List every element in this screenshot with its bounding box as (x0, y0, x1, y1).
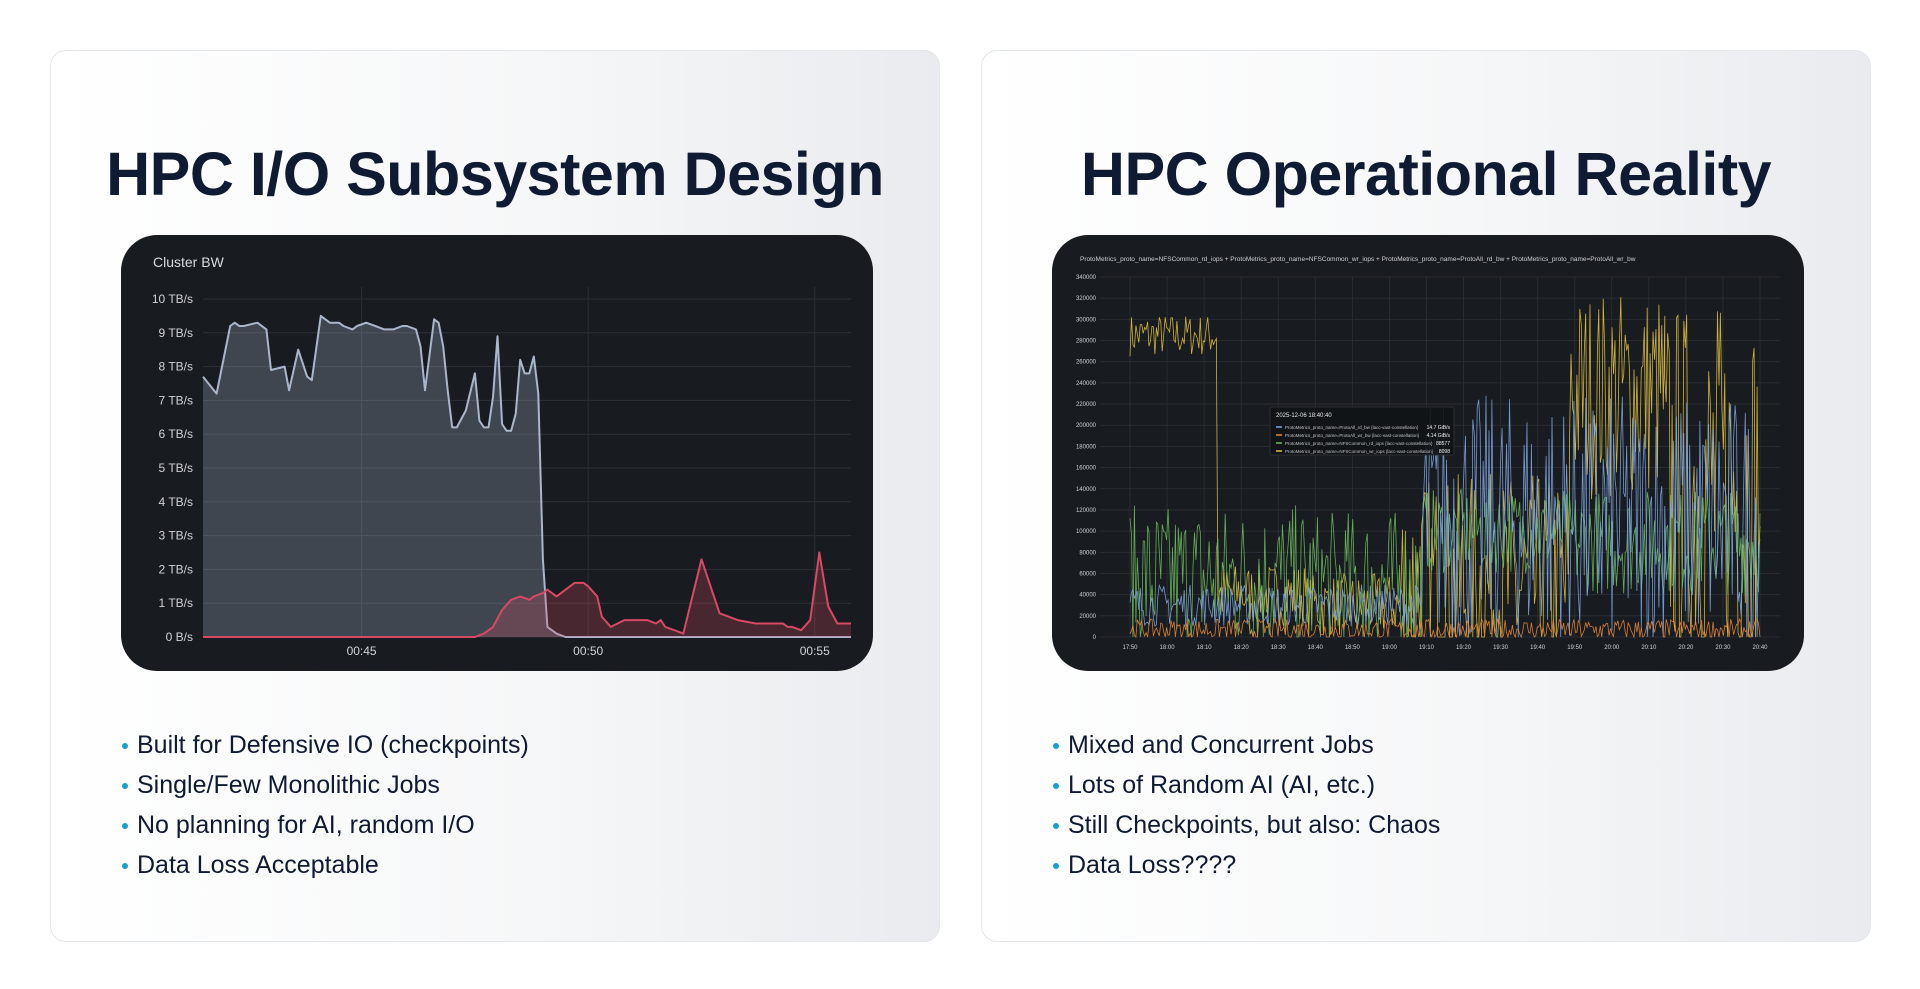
y-tick-label: 9 TB/s (159, 326, 193, 340)
x-tick-label: 20:40 (1752, 645, 1768, 651)
x-tick-label: 19:00 (1382, 645, 1398, 651)
design-card: HPC I/O Subsystem Design Cluster BW 0 B/s… (50, 50, 940, 942)
x-tick-label: 19:30 (1493, 645, 1509, 651)
y-tick-label: 10 TB/s (152, 292, 193, 306)
y-tick-label: 200000 (1076, 423, 1097, 429)
chart-title: ProtoMetrics_proto_name=NFSCommon_rd_iop… (1080, 256, 1636, 263)
x-tick-label: 17:50 (1122, 645, 1138, 651)
bullet-item: Still Checkpoints, but also: Chaos (1050, 805, 1440, 845)
design-bullets: Built for Defensive IO (checkpoints) Sin… (119, 725, 529, 885)
proto-metrics-chart: ProtoMetrics_proto_name=NFSCommon_rd_iop… (1076, 256, 1780, 651)
x-tick-label: 18:30 (1271, 645, 1287, 651)
y-tick-label: 160000 (1076, 466, 1097, 472)
x-tick-label: 18:20 (1234, 645, 1250, 651)
y-tick-label: 0 B/s (166, 630, 193, 644)
y-tick-label: 6 TB/s (159, 427, 193, 441)
y-tick-label: 100000 (1076, 529, 1097, 535)
bullet-item: Mixed and Concurrent Jobs (1050, 725, 1440, 765)
cluster-bw-panel: Cluster BW 0 B/s 1 TB/s 2 TB/s 3 TB/s 4 TB/s 5… (121, 235, 873, 671)
y-tick-label: 8 TB/s (159, 360, 193, 374)
x-tick-label: 18:00 (1160, 645, 1176, 651)
x-tick-label: 20:00 (1604, 645, 1620, 651)
x-tick-label: 20:20 (1678, 645, 1694, 651)
x-tick-label: 18:50 (1345, 645, 1361, 651)
bullet-item: Lots of Random AI (AI, etc.) (1050, 765, 1440, 805)
x-tick-label: 20:10 (1641, 645, 1657, 651)
tooltip: 2025-12-06 18:40:40 ProtoMetrics_proto_na… (1269, 406, 1455, 456)
x-tick-label: 18:10 (1197, 645, 1213, 651)
x-tick-label: 00:45 (347, 644, 377, 658)
tooltip-value: 88577 (1436, 441, 1450, 447)
bullet-item: Data Loss Acceptable (119, 845, 529, 885)
y-tick-label: 260000 (1076, 360, 1097, 366)
y-tick-label: 300000 (1076, 317, 1097, 323)
tooltip-value: 4.14 GiB/s (1427, 433, 1451, 439)
y-tick-label: 0 (1093, 635, 1097, 641)
y-tick-label: 20000 (1079, 614, 1096, 620)
proto-metrics-panel: ProtoMetrics_proto_name=NFSCommon_rd_iop… (1052, 235, 1804, 671)
y-tick-label: 5 TB/s (159, 461, 193, 475)
y-tick-label: 3 TB/s (159, 529, 193, 543)
bullet-item: Single/Few Monolithic Jobs (119, 765, 529, 805)
tooltip-value: 14.7 GiB/s (1427, 425, 1451, 431)
y-tick-label: 240000 (1076, 381, 1097, 387)
x-tick-label: 19:20 (1456, 645, 1472, 651)
y-tick-label: 1 TB/s (159, 596, 193, 610)
design-title: HPC I/O Subsystem Design (106, 140, 884, 208)
reality-bullets: Mixed and Concurrent Jobs Lots of Random… (1050, 725, 1440, 885)
bullet-item: Data Loss???? (1050, 845, 1440, 885)
y-tick-label: 2 TB/s (159, 562, 193, 576)
bullet-item: Built for Defensive IO (checkpoints) (119, 725, 529, 765)
chart-title: Cluster BW (153, 254, 225, 270)
y-tick-label: 4 TB/s (159, 495, 193, 509)
x-tick-label: 19:50 (1567, 645, 1583, 651)
y-tick-label: 7 TB/s (159, 393, 193, 407)
bullet-item: No planning for AI, random I/O (119, 805, 529, 845)
y-tick-label: 180000 (1076, 444, 1097, 450)
tooltip-label: ProtoMetrics_proto_name=NFSCommon_rd_iop… (1285, 441, 1433, 446)
y-tick-label: 120000 (1076, 508, 1097, 514)
y-tick-label: 140000 (1076, 487, 1097, 493)
reality-card: HPC Operational Reality ProtoMetrics_pro… (981, 50, 1871, 942)
x-tick-label: 20:30 (1715, 645, 1731, 651)
tooltip-label: ProtoMetrics_proto_name=ProtoAll_wr_bw {… (1285, 433, 1420, 438)
cluster-bw-chart: Cluster BW 0 B/s 1 TB/s 2 TB/s 3 TB/s 4 TB/s 5… (152, 254, 851, 658)
y-tick-label: 220000 (1076, 402, 1097, 408)
x-tick-label: 00:55 (800, 644, 830, 658)
tooltip-time: 2025-12-06 18:40:40 (1276, 413, 1332, 419)
series-area (203, 315, 851, 637)
tooltip-value: 8098 (1439, 449, 1450, 455)
reality-title: HPC Operational Reality (1080, 140, 1772, 208)
y-tick-label: 280000 (1076, 339, 1097, 345)
tooltip-label: ProtoMetrics_proto_name=ProtoAll_rd_bw {… (1285, 425, 1419, 430)
y-tick-label: 40000 (1079, 593, 1096, 599)
tooltip-label: ProtoMetrics_proto_name=NFSCommon_wr_iop… (1285, 449, 1434, 454)
y-tick-label: 320000 (1076, 296, 1097, 302)
y-tick-label: 60000 (1079, 571, 1096, 577)
x-tick-label: 18:40 (1308, 645, 1324, 651)
x-tick-label: 00:50 (573, 644, 603, 658)
x-tick-label: 19:10 (1419, 645, 1435, 651)
y-tick-label: 340000 (1076, 275, 1097, 281)
x-tick-label: 19:40 (1530, 645, 1546, 651)
y-tick-label: 80000 (1079, 550, 1096, 556)
